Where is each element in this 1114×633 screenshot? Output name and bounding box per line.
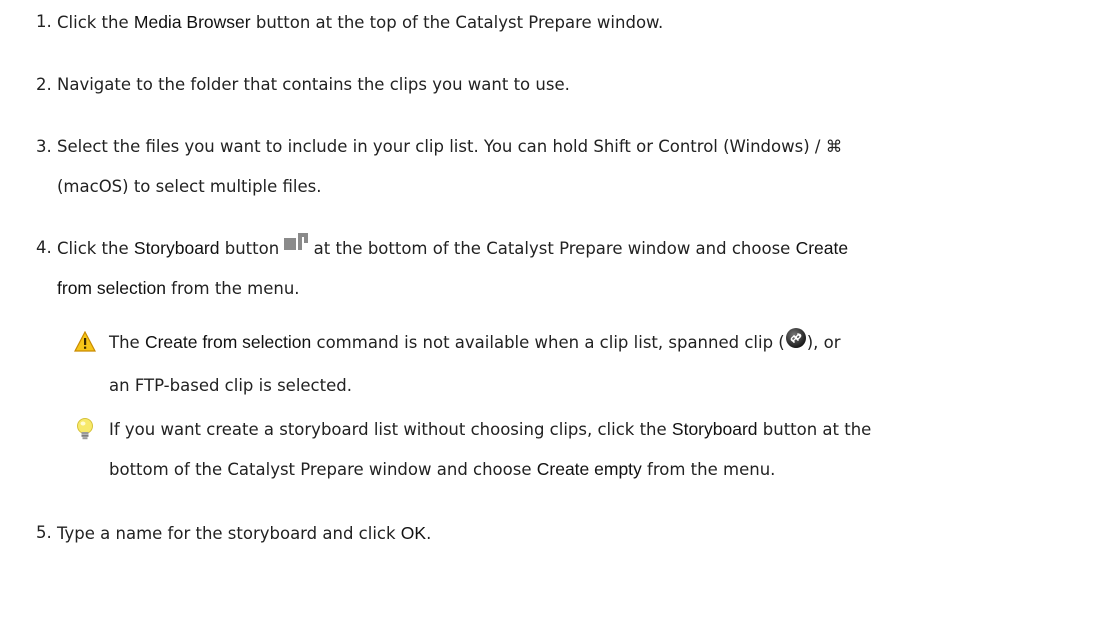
ui-label-storyboard: Storyboard [671,419,758,439]
warning-note-continuation: an FTP-based clip is selected. [109,376,352,395]
step-number: 1. [36,12,52,31]
spanned-clip-icon [785,322,807,366]
tip-note-continuation: bottom of the Catalyst Prepare window an… [109,447,775,492]
step-text-part: button at the top of the Catalyst Prepar… [250,13,664,32]
warning-icon [74,330,96,353]
note-text-part: The [109,333,145,352]
step-text-part: Click the [57,13,134,32]
ui-label-create-from-selection: Create from selection [144,332,312,352]
step-text: Click the Media Browser button at the to… [57,0,663,45]
note-text-part: If you want create a storyboard list wit… [109,420,672,439]
step-number: 5. [36,523,52,542]
note-text-part: ), or [806,333,841,352]
ui-label-media-browser: Media Browser [133,12,251,32]
warning-note-text: The Create from selection command is not… [109,320,841,366]
step-number: 3. [36,137,52,156]
step-number: 2. [36,75,52,94]
note-text-part: button at the [757,420,872,439]
step-text: Select the files you want to include in … [57,137,843,156]
step-text-part: Type a name for the storyboard and click [57,524,401,543]
lightbulb-icon [74,417,96,440]
note-text-part: bottom of the Catalyst Prepare window an… [109,460,537,479]
note-text-part: from the menu. [641,460,776,479]
ui-label-storyboard: Storyboard [133,238,220,258]
storyboard-icon [284,228,309,272]
ui-label-ok: OK [400,523,427,543]
step-3-continuation: (macOS) to select multiple files. [57,177,322,196]
step-text-part: Click the [57,239,134,258]
step-text: Click the Storyboard button at the botto… [57,226,848,272]
step-text-part: from the menu. [165,279,300,298]
step-text: Navigate to the folder that contains the… [57,75,570,94]
step-text-part: button [219,239,285,258]
ui-label-create-empty: Create empty [536,459,642,479]
ui-label-from-selection: from selection [57,278,166,298]
note-text-part: command is not available when a clip lis… [311,333,785,352]
step-text: Type a name for the storyboard and click… [57,511,431,556]
step-4-continuation: from selection from the menu. [57,266,300,311]
tip-note-text: If you want create a storyboard list wit… [109,407,871,452]
ui-label-create: Create [795,238,849,258]
step-text-part: . [426,524,432,543]
step-text-part: at the bottom of the Catalyst Prepare wi… [308,239,796,258]
step-number: 4. [36,238,52,257]
